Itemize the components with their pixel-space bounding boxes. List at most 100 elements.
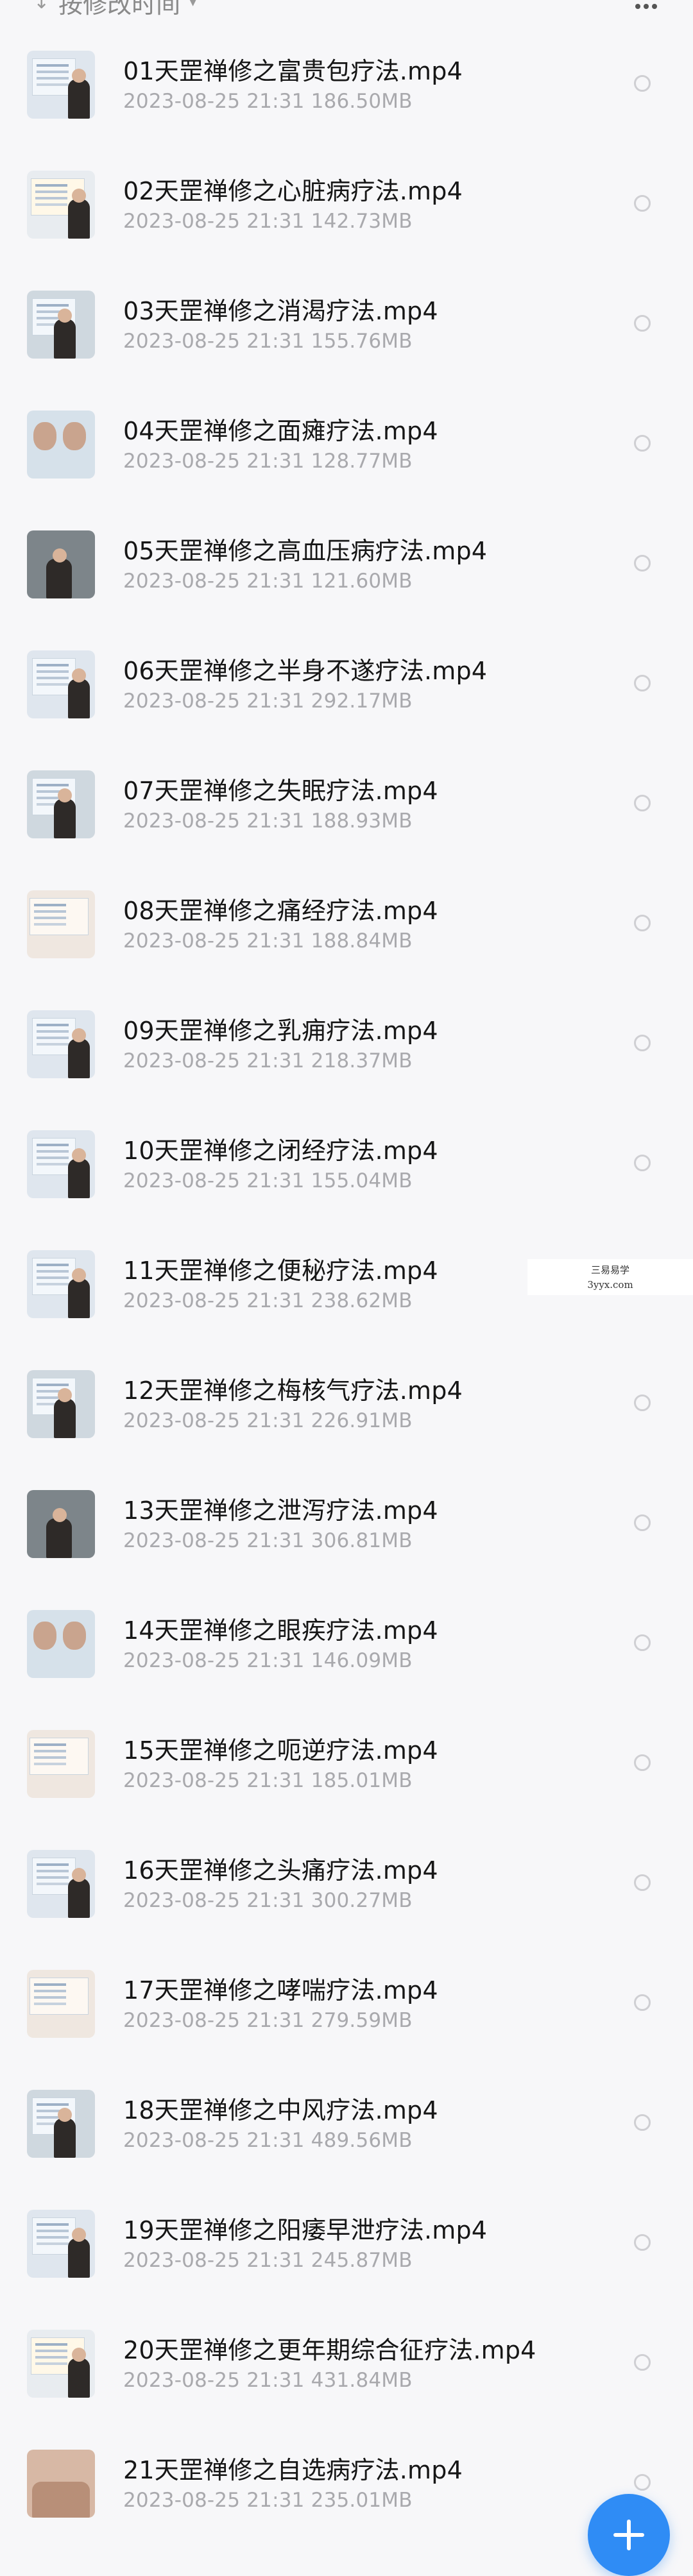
grid-more-icon[interactable]	[635, 0, 657, 9]
file-date: 2023-08-25	[123, 2009, 241, 2032]
file-row[interactable]: 17天罡禅修之哮喘疗法.mp4 2023-08-25 21:31 279.59MB	[0, 1964, 693, 2084]
file-meta: 2023-08-25 21:31 431.84MB	[123, 2369, 413, 2392]
file-meta: 2023-08-25 21:31 306.81MB	[123, 1529, 413, 1552]
video-thumbnail	[27, 1010, 95, 1078]
file-date: 2023-08-25	[123, 2249, 241, 2272]
file-row[interactable]: 09天罡禅修之乳痈疗法.mp4 2023-08-25 21:31 218.37MB	[0, 1004, 693, 1124]
file-meta: 2023-08-25 21:31 238.62MB	[123, 1289, 413, 1312]
file-size: 300.27MB	[311, 1889, 413, 1912]
watermark-line2: 3yyx.com	[587, 1279, 633, 1291]
file-meta: 2023-08-25 21:31 155.04MB	[123, 1169, 413, 1192]
file-meta: 2023-08-25 21:31 146.09MB	[123, 1649, 413, 1672]
file-row[interactable]: 15天罡禅修之呃逆疗法.mp4 2023-08-25 21:31 185.01MB	[0, 1724, 693, 1844]
video-thumbnail	[27, 411, 95, 479]
file-row[interactable]: 08天罡禅修之痛经疗法.mp4 2023-08-25 21:31 188.84MB	[0, 885, 693, 1004]
file-size: 155.76MB	[311, 330, 413, 353]
video-thumbnail	[27, 1130, 95, 1198]
select-radio[interactable]	[634, 915, 651, 931]
file-row[interactable]: 14天罡禅修之眼疾疗法.mp4 2023-08-25 21:31 146.09MB	[0, 1604, 693, 1724]
add-button[interactable]	[588, 2494, 670, 2576]
file-name: 13天罡禅修之泄泻疗法.mp4	[123, 1496, 438, 1525]
select-radio[interactable]	[634, 1634, 651, 1651]
file-name: 17天罡禅修之哮喘疗法.mp4	[123, 1976, 438, 2004]
select-radio[interactable]	[634, 1155, 651, 1171]
select-radio[interactable]	[634, 1394, 651, 1411]
file-size: 146.09MB	[311, 1649, 413, 1672]
file-row[interactable]: 07天罡禅修之失眠疗法.mp4 2023-08-25 21:31 188.93MB	[0, 765, 693, 885]
file-time: 21:31	[246, 2129, 305, 2152]
file-date: 2023-08-25	[123, 450, 241, 473]
select-radio[interactable]	[634, 435, 651, 452]
file-name: 09天罡禅修之乳痈疗法.mp4	[123, 1017, 438, 1045]
select-radio[interactable]	[634, 675, 651, 691]
video-thumbnail	[27, 1970, 95, 2038]
file-row[interactable]: 05天罡禅修之高血压病疗法.mp4 2023-08-25 21:31 121.60…	[0, 525, 693, 645]
select-radio[interactable]	[634, 1874, 651, 1891]
select-radio[interactable]	[634, 795, 651, 811]
file-date: 2023-08-25	[123, 210, 241, 233]
file-time: 21:31	[246, 1289, 305, 1312]
file-size: 155.04MB	[311, 1169, 413, 1192]
sort-selector[interactable]: ↓ 按修改时间 ▾	[33, 0, 196, 19]
file-name: 20天罡禅修之更年期综合征疗法.mp4	[123, 2336, 536, 2364]
file-name: 10天罡禅修之闭经疗法.mp4	[123, 1137, 438, 1165]
file-size: 186.50MB	[311, 90, 413, 113]
file-time: 21:31	[246, 1529, 305, 1552]
video-thumbnail	[27, 1370, 95, 1438]
file-row[interactable]: 12天罡禅修之梅核气疗法.mp4 2023-08-25 21:31 226.91M…	[0, 1364, 693, 1484]
file-date: 2023-08-25	[123, 1049, 241, 1072]
file-time: 21:31	[246, 210, 305, 233]
file-row[interactable]: 03天罡禅修之消渴疗法.mp4 2023-08-25 21:31 155.76MB	[0, 285, 693, 405]
arrow-down-icon: ↓	[33, 0, 50, 13]
select-radio[interactable]	[634, 555, 651, 572]
file-date: 2023-08-25	[123, 929, 241, 953]
file-date: 2023-08-25	[123, 2369, 241, 2392]
video-thumbnail	[27, 1610, 95, 1678]
select-radio[interactable]	[634, 1754, 651, 1771]
file-meta: 2023-08-25 21:31 235.01MB	[123, 2489, 413, 2512]
file-time: 21:31	[246, 2369, 305, 2392]
file-row[interactable]: 06天罡禅修之半身不遂疗法.mp4 2023-08-25 21:31 292.17…	[0, 645, 693, 765]
file-row[interactable]: 10天罡禅修之闭经疗法.mp4 2023-08-25 21:31 155.04MB	[0, 1124, 693, 1244]
file-row[interactable]: 20天罡禅修之更年期综合征疗法.mp4 2023-08-25 21:31 431.…	[0, 2324, 693, 2444]
file-meta: 2023-08-25 21:31 279.59MB	[123, 2009, 413, 2032]
file-time: 21:31	[246, 1649, 305, 1672]
file-meta: 2023-08-25 21:31 121.60MB	[123, 570, 413, 593]
file-row[interactable]: 19天罡禅修之阳痿早泄疗法.mp4 2023-08-25 21:31 245.87…	[0, 2204, 693, 2324]
file-size: 185.01MB	[311, 1769, 413, 1792]
select-radio[interactable]	[634, 1994, 651, 2011]
file-date: 2023-08-25	[123, 1889, 241, 1912]
file-time: 21:31	[246, 929, 305, 953]
file-row[interactable]: 13天罡禅修之泄泻疗法.mp4 2023-08-25 21:31 306.81MB	[0, 1484, 693, 1604]
file-list: 01天罡禅修之富贵包疗法.mp4 2023-08-25 21:31 186.50M…	[0, 45, 693, 2564]
file-size: 188.93MB	[311, 809, 413, 833]
file-meta: 2023-08-25 21:31 188.93MB	[123, 809, 413, 833]
file-row[interactable]: 18天罡禅修之中风疗法.mp4 2023-08-25 21:31 489.56MB	[0, 2084, 693, 2204]
video-thumbnail	[27, 1850, 95, 1918]
select-radio[interactable]	[634, 1035, 651, 1051]
select-radio[interactable]	[634, 2474, 651, 2491]
select-radio[interactable]	[634, 1514, 651, 1531]
top-toolbar: ↓ 按修改时间 ▾	[0, 0, 693, 19]
file-row[interactable]: 04天罡禅修之面瘫疗法.mp4 2023-08-25 21:31 128.77MB	[0, 405, 693, 525]
file-size: 142.73MB	[311, 210, 413, 233]
file-size: 431.84MB	[311, 2369, 413, 2392]
video-thumbnail	[27, 1250, 95, 1318]
file-row[interactable]: 01天罡禅修之富贵包疗法.mp4 2023-08-25 21:31 186.50M…	[0, 45, 693, 165]
video-thumbnail	[27, 650, 95, 718]
file-date: 2023-08-25	[123, 2129, 241, 2152]
file-row[interactable]: 02天罡禅修之心脏病疗法.mp4 2023-08-25 21:31 142.73M…	[0, 165, 693, 285]
select-radio[interactable]	[634, 75, 651, 92]
select-radio[interactable]	[634, 2114, 651, 2131]
select-radio[interactable]	[634, 195, 651, 212]
select-radio[interactable]	[634, 2234, 651, 2251]
file-size: 292.17MB	[311, 690, 413, 713]
file-size: 218.37MB	[311, 1049, 413, 1072]
file-name: 04天罡禅修之面瘫疗法.mp4	[123, 417, 438, 445]
plus-icon-stroke	[627, 2520, 631, 2550]
file-size: 188.84MB	[311, 929, 413, 953]
file-row[interactable]: 16天罡禅修之头痛疗法.mp4 2023-08-25 21:31 300.27MB	[0, 1844, 693, 1964]
file-meta: 2023-08-25 21:31 489.56MB	[123, 2129, 413, 2152]
select-radio[interactable]	[634, 315, 651, 332]
select-radio[interactable]	[634, 2354, 651, 2371]
